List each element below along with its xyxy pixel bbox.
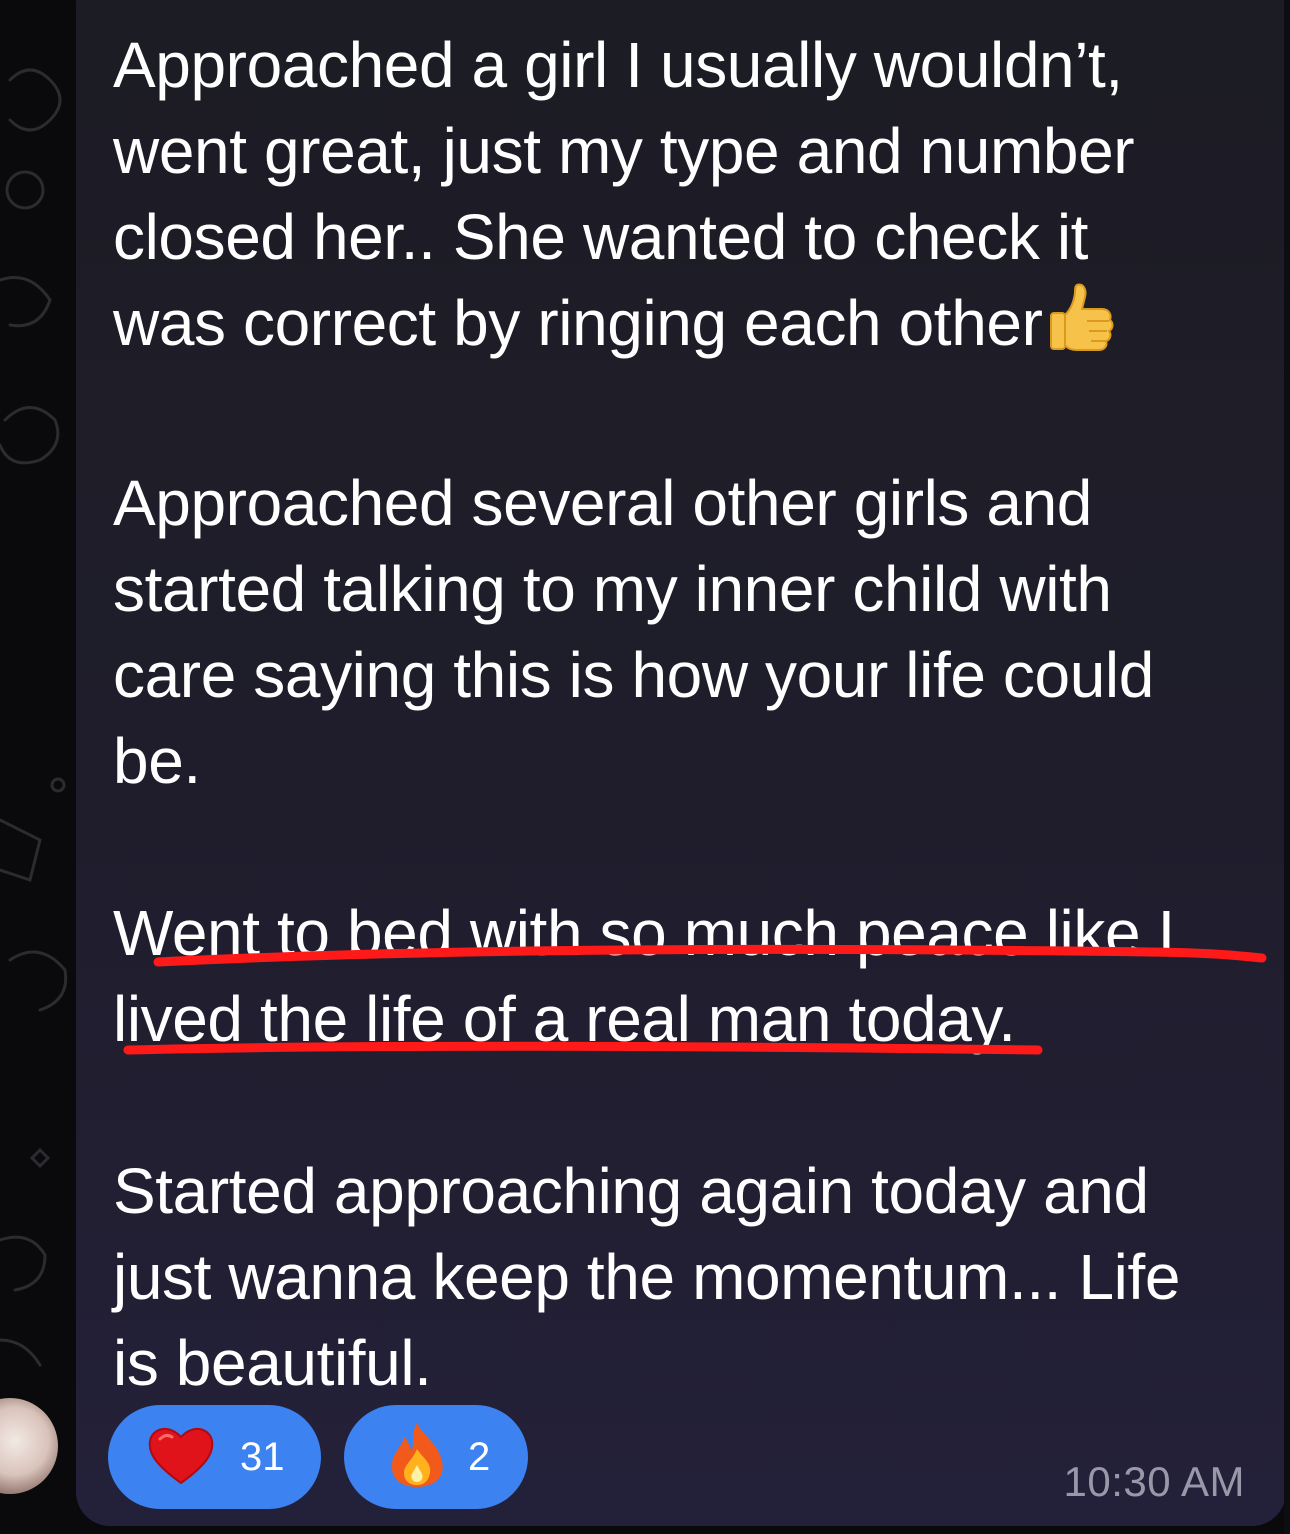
chat-background-doodles	[0, 68, 68, 1367]
reaction-heart-button[interactable]: 31	[108, 1405, 321, 1509]
fire-icon	[388, 1421, 446, 1494]
screen-edge	[1284, 0, 1290, 1534]
message-timestamp: 10:30 AM	[1063, 1458, 1245, 1505]
reaction-fire-button[interactable]: 2	[344, 1405, 528, 1509]
message-paragraph-4: Started approaching again today and just…	[113, 1155, 1181, 1399]
message-paragraph-2: Approached several other girls and start…	[113, 467, 1154, 797]
message-paragraph-3: Went to bed with so much peace like I li…	[113, 897, 1175, 1055]
message-paragraph-1: Approached a girl I usually wouldn’t, we…	[113, 22, 1273, 374]
heart-reaction-count: 31	[240, 1434, 285, 1479]
message-text: Approached a girl I usually wouldn’t, we…	[113, 22, 1273, 1406]
thumbs-up-icon	[1047, 281, 1119, 374]
heart-icon	[148, 1425, 214, 1490]
paragraph-1-text: Approached a girl I usually wouldn’t, we…	[113, 29, 1135, 359]
fire-reaction-count: 2	[468, 1434, 491, 1479]
